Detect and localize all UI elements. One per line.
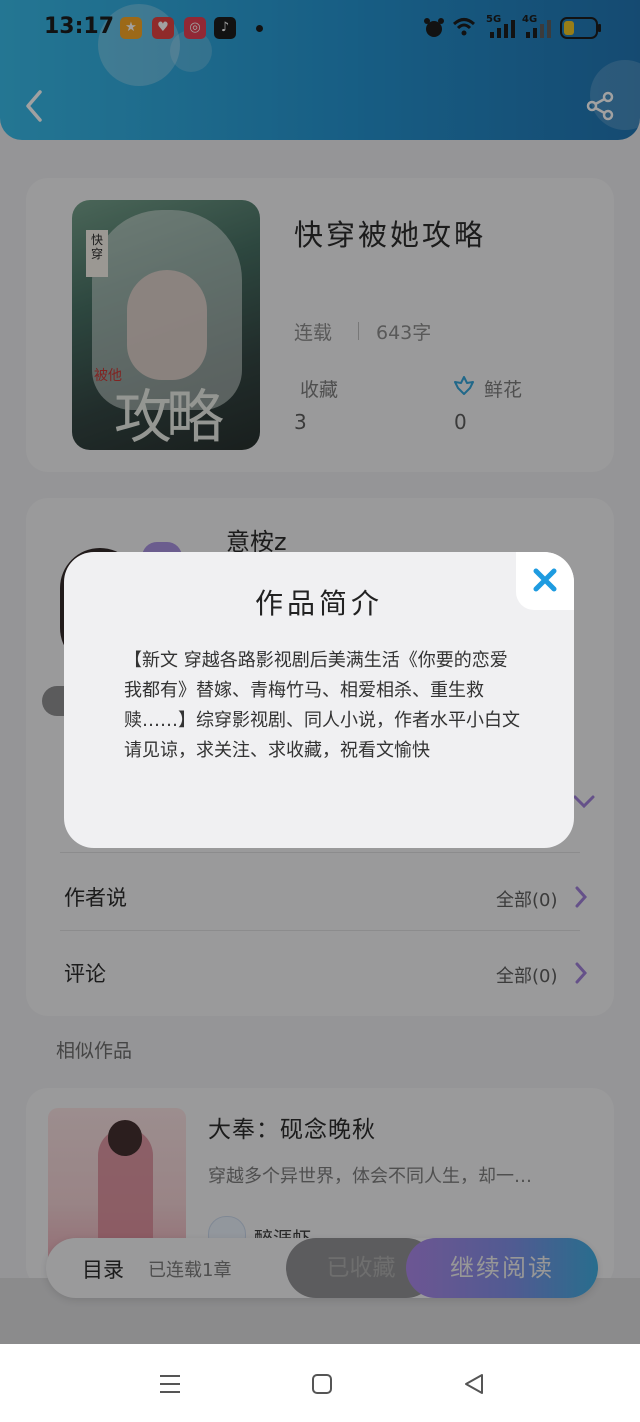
system-nav-bar [0,1344,640,1422]
menu-icon[interactable] [158,1372,182,1396]
dialog-title: 作品简介 [254,587,383,620]
home-icon[interactable] [310,1372,334,1396]
back-triangle-icon[interactable] [462,1372,486,1396]
dialog-body: 【新文 穿越各路影视剧后美满生活《你要的恋爱我都有》替嫁、青梅竹马、相爱相杀、重… [124,650,520,761]
